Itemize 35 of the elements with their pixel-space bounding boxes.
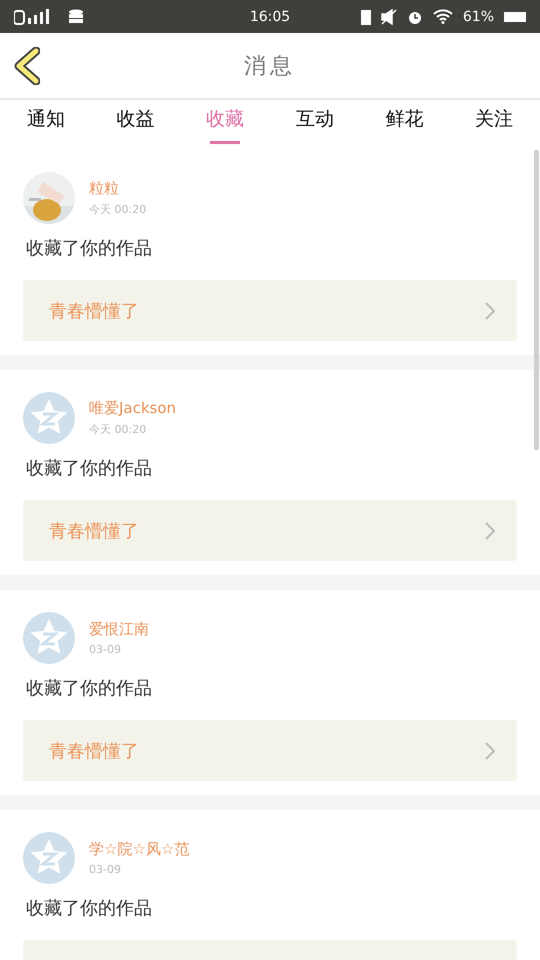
message-text: 收藏了你的作品 [26, 237, 153, 260]
message-text: 收藏了你的作品 [26, 897, 153, 920]
message-text: 收藏了你的作品 [26, 677, 153, 700]
message-text: 收藏了你的作品 [26, 457, 153, 480]
clock-time: 16:05 [250, 8, 290, 24]
message-time: 今天 00:20 [89, 422, 148, 437]
chevron-right-icon [485, 742, 495, 760]
tab[interactable]: 收藏 [183, 100, 268, 150]
mute-icon [380, 8, 397, 24]
default-avatar-icon [23, 612, 75, 664]
default-avatar-icon [23, 832, 75, 884]
chevron-right-icon [485, 522, 495, 540]
database-icon [68, 8, 86, 24]
page-title: 消息 [244, 52, 296, 80]
message-time: 03-09 [89, 643, 122, 656]
battery-saver-icon [360, 8, 371, 24]
wifi-icon [432, 9, 453, 24]
work-link[interactable]: 青春懵懂了 [23, 720, 517, 781]
chevron-right-icon [485, 302, 495, 320]
battery-percent: 61% [462, 8, 494, 24]
tab[interactable]: 关注 [452, 100, 536, 150]
tab[interactable]: 互动 [272, 100, 357, 150]
work-link[interactable]: 青春懵懂了 [23, 280, 517, 341]
message-time: 03-09 [89, 863, 122, 876]
tab[interactable]: 收益 [94, 100, 178, 150]
work-link[interactable]: 青春懵懂了 [23, 500, 517, 561]
battery-icon [504, 10, 526, 22]
default-avatar-icon [23, 392, 75, 444]
user-name[interactable]: 粒粒 [89, 179, 146, 198]
user-name[interactable]: 唯爱Jackson [89, 399, 176, 418]
user-name[interactable]: 爱恨江南 [89, 620, 149, 639]
tab[interactable]: 鲜花 [362, 100, 446, 150]
user-name[interactable]: 学☆院☆风☆范 [89, 840, 190, 859]
tab[interactable]: 通知 [4, 100, 88, 150]
message-time: 今天 00:20 [89, 202, 146, 217]
